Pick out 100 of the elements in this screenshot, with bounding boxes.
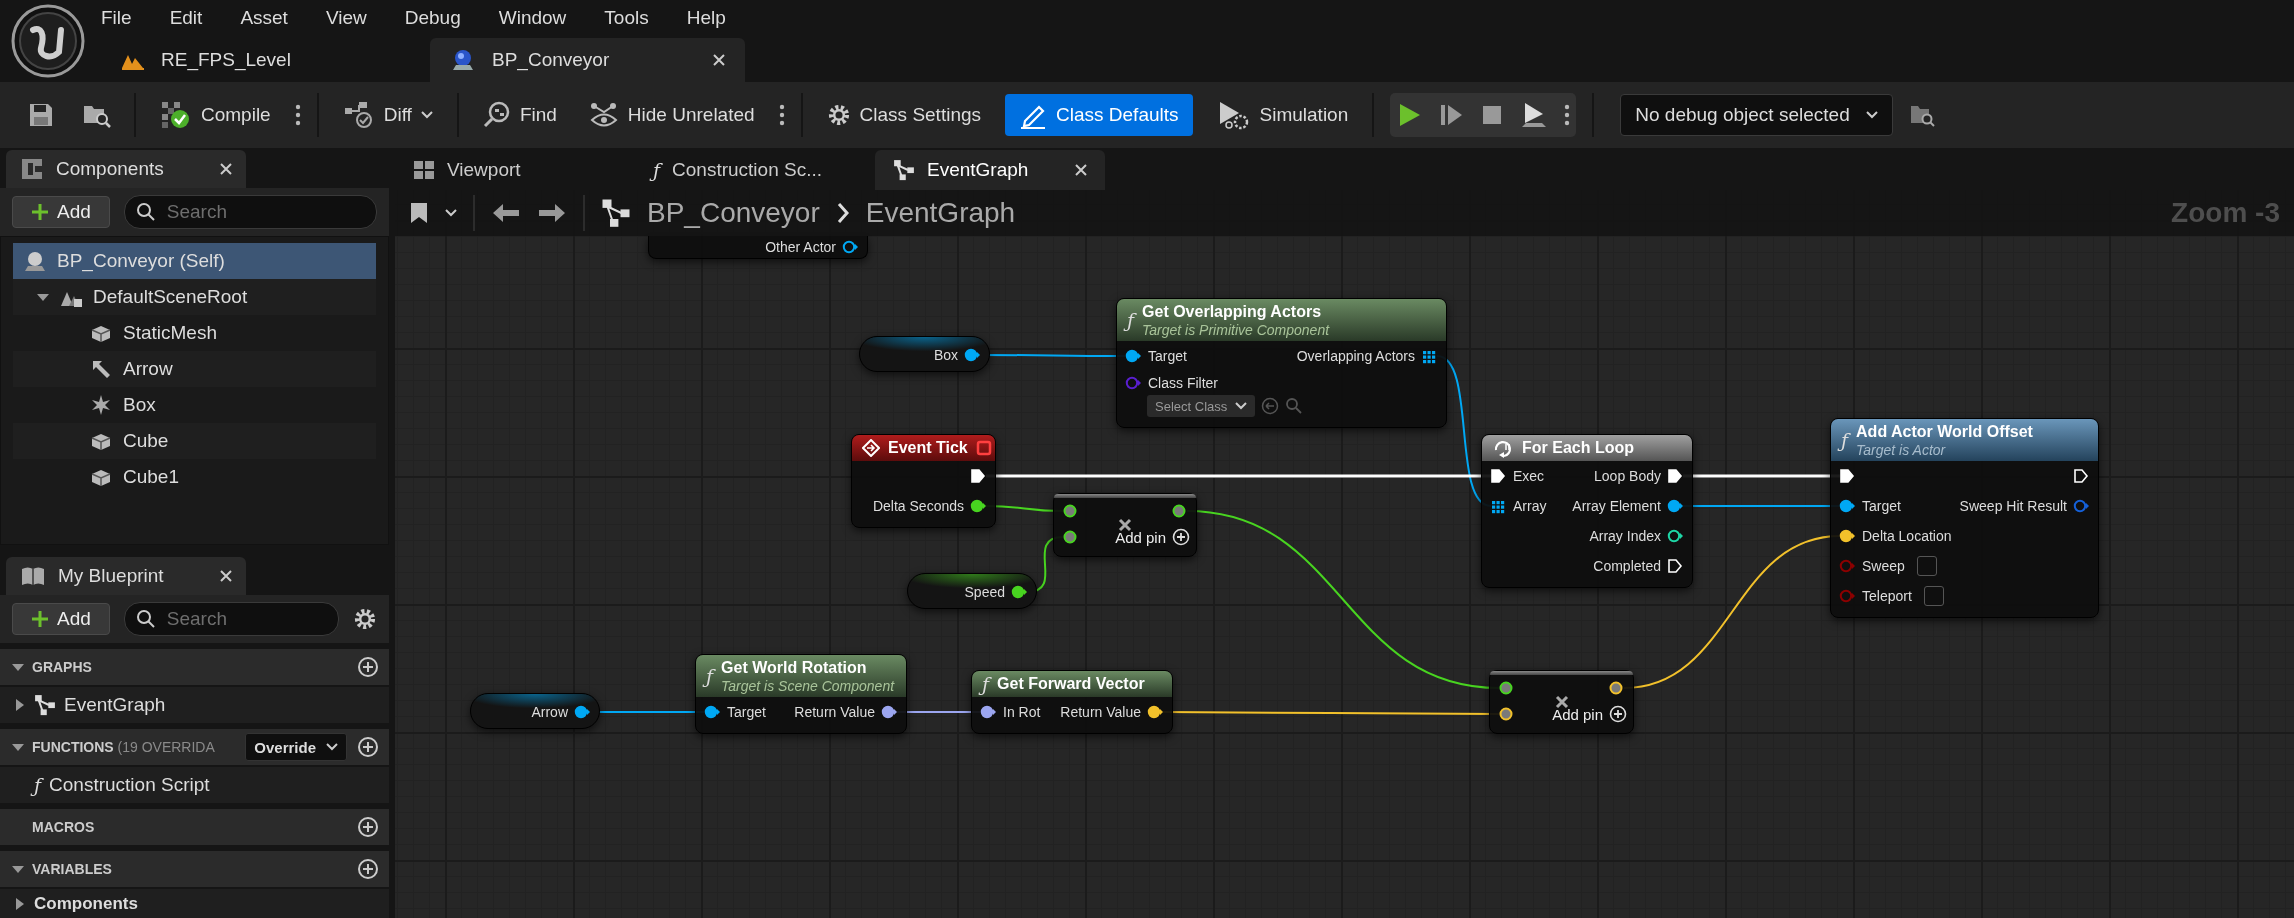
document-tab[interactable]: BP_Conveyor — [430, 38, 745, 82]
tree-item[interactable]: Cube1 — [13, 459, 376, 495]
menu-item[interactable]: Asset — [240, 7, 288, 29]
checkbox[interactable] — [1923, 586, 1944, 606]
editor-tab[interactable]: ƒ Construction Sc... — [635, 150, 865, 190]
pin-icon[interactable] — [964, 347, 981, 363]
pin-icon[interactable] — [980, 704, 997, 720]
exec-pin-icon[interactable] — [1667, 558, 1684, 574]
section-header[interactable]: FUNCTIONS (19 OVERRIDA Override — [0, 729, 389, 765]
checkbox[interactable] — [1916, 556, 1937, 576]
menu-item[interactable]: Edit — [169, 7, 203, 29]
tree-item[interactable]: Cube — [13, 423, 376, 459]
pin-icon[interactable] — [1147, 704, 1164, 720]
menu-item[interactable]: View — [325, 7, 367, 29]
bookmark-icon[interactable] — [409, 201, 429, 225]
section-header[interactable]: MACROS — [0, 809, 389, 845]
pin-icon[interactable] — [881, 704, 898, 720]
pin-icon[interactable] — [1839, 528, 1856, 544]
add-icon[interactable] — [357, 736, 379, 758]
add-icon[interactable] — [357, 656, 379, 678]
save-icon[interactable] — [28, 102, 54, 128]
breadcrumb-item[interactable]: EventGraph — [865, 197, 1016, 229]
menu-item[interactable]: Debug — [404, 7, 461, 29]
tree-item[interactable]: DefaultSceneRoot — [13, 279, 376, 315]
exec-pin-icon[interactable] — [1839, 468, 1856, 484]
find-icon[interactable] — [482, 101, 511, 129]
exec-pin-icon[interactable] — [1667, 468, 1684, 484]
collapse-arrow-icon[interactable] — [12, 863, 24, 875]
list-item[interactable]: ƒ Construction Script — [0, 767, 389, 803]
pin-icon[interactable] — [1667, 498, 1684, 514]
exec-pin-icon[interactable] — [2073, 468, 2090, 484]
delegate-icon[interactable] — [975, 440, 992, 456]
close-icon[interactable] — [220, 570, 232, 582]
close-icon[interactable] — [713, 54, 725, 66]
forward-icon[interactable] — [537, 201, 567, 225]
more-icon[interactable] — [778, 104, 785, 126]
add-icon[interactable] — [357, 816, 379, 838]
close-icon[interactable] — [1075, 164, 1087, 176]
editor-tab[interactable]: Viewport — [395, 150, 625, 190]
expand-arrow-icon[interactable] — [14, 898, 26, 910]
class-dropdown[interactable]: Select Class — [1147, 395, 1256, 417]
pin-icon[interactable] — [1839, 498, 1856, 514]
find-button[interactable]: Find — [474, 94, 565, 136]
menu-item[interactable]: Tools — [604, 7, 649, 29]
pin-icon[interactable] — [1667, 528, 1684, 544]
section-header[interactable]: GRAPHS — [0, 649, 389, 685]
add-pin-button[interactable]: Add pin — [1115, 528, 1190, 546]
pin-icon[interactable] — [842, 239, 859, 255]
collapse-arrow-icon[interactable] — [37, 291, 49, 303]
exec-pin-icon[interactable] — [1490, 468, 1507, 484]
pin-icon[interactable] — [1125, 348, 1142, 364]
debug-object-dropdown[interactable]: No debug object selected — [1620, 94, 1893, 136]
menu-item[interactable]: Help — [686, 7, 726, 29]
more-icon[interactable] — [294, 104, 301, 126]
add-pin-button[interactable]: Add pin — [1552, 705, 1627, 723]
diff-icon[interactable] — [342, 100, 375, 130]
breadcrumb-item[interactable]: BP_Conveyor — [647, 197, 820, 229]
search-field[interactable]: Search — [123, 602, 339, 636]
search-field[interactable]: Search — [123, 195, 377, 229]
tree-item[interactable]: StaticMesh — [13, 315, 376, 351]
editor-tab[interactable]: EventGraph — [875, 150, 1105, 190]
pin-icon[interactable] — [1062, 529, 1079, 545]
settings-icon[interactable] — [353, 607, 377, 631]
class-button[interactable]: Class Settings — [818, 94, 990, 136]
list-item[interactable]: EventGraph — [0, 687, 389, 723]
pin-icon[interactable] — [1171, 503, 1188, 519]
exec-pin-icon[interactable] — [970, 468, 987, 484]
compile-button[interactable]: Compile — [152, 94, 279, 136]
play-frame-icon[interactable] — [1520, 101, 1549, 129]
pin-icon[interactable] — [1062, 503, 1079, 519]
tree-item[interactable]: Box — [13, 387, 376, 423]
compile-icon[interactable] — [160, 100, 192, 130]
menu-item[interactable]: File — [101, 7, 132, 29]
eye-icon[interactable] — [588, 101, 619, 129]
class-button[interactable]: Class Defaults — [1005, 94, 1193, 136]
close-icon[interactable] — [220, 163, 232, 175]
add-button[interactable]: Add — [12, 196, 110, 228]
add-button[interactable]: Add — [12, 603, 110, 635]
back-icon[interactable] — [491, 201, 521, 225]
collapse-arrow-icon[interactable] — [12, 741, 24, 753]
collapse-arrow-icon[interactable] — [12, 661, 24, 673]
settings-icon[interactable] — [826, 103, 851, 127]
reset-icon[interactable] — [1261, 397, 1280, 415]
diff-button[interactable]: Diff — [334, 94, 441, 136]
simulation-button[interactable]: Simulation — [1208, 94, 1357, 136]
tree-item[interactable]: Arrow — [13, 351, 376, 387]
pin-icon[interactable] — [704, 704, 721, 720]
pin-icon[interactable] — [574, 704, 591, 720]
hide-unrelated-button[interactable]: Hide Unrelated — [580, 94, 763, 136]
tree-item[interactable]: BP_Conveyor (Self) — [13, 243, 376, 279]
list-item[interactable]: Components — [0, 889, 389, 918]
pin-icon[interactable] — [970, 498, 987, 514]
array-pin-icon[interactable] — [1490, 498, 1507, 514]
pin-icon[interactable] — [1608, 680, 1625, 696]
add-icon[interactable] — [357, 858, 379, 880]
pin-icon[interactable] — [1498, 706, 1515, 722]
more-icon[interactable] — [1564, 104, 1571, 126]
pin-icon[interactable] — [1498, 680, 1515, 696]
search-icon[interactable] — [1285, 397, 1304, 415]
document-tab[interactable]: RE_FPS_Level — [101, 38, 416, 82]
